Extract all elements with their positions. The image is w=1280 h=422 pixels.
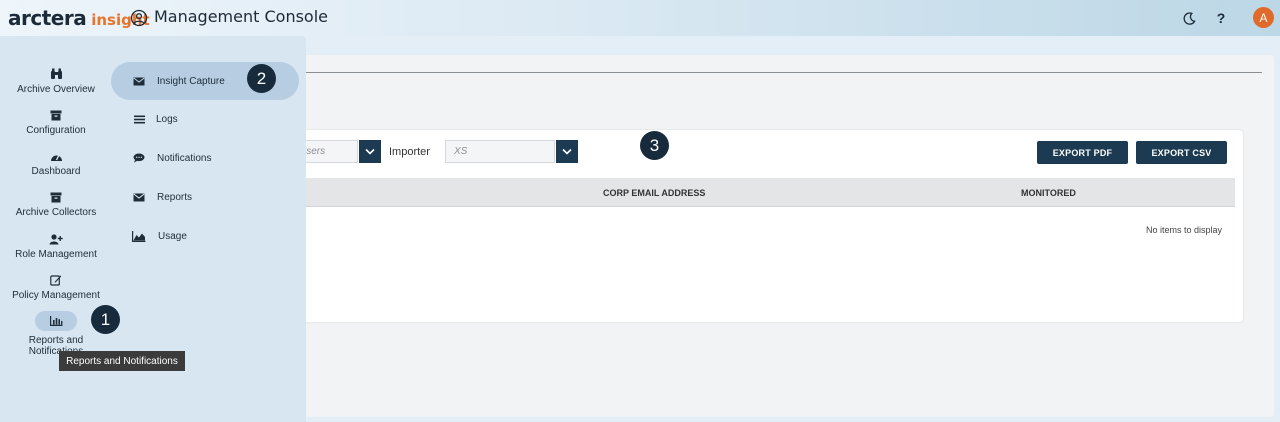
nav-label: Archive Collectors <box>15 207 97 218</box>
envelope-icon <box>132 191 146 203</box>
envelope-icon <box>132 75 146 87</box>
edit-icon <box>49 274 63 286</box>
nav-label: Dashboard <box>31 166 81 177</box>
submenu-label: Notifications <box>157 152 212 164</box>
nav-item-archive-overview[interactable]: Archive Overview <box>4 68 108 104</box>
nav-item-dashboard[interactable]: Dashboard <box>4 150 108 186</box>
submenu-item-reports[interactable]: Reports <box>111 178 299 216</box>
table-header <box>270 178 1235 207</box>
list-icon <box>132 113 146 125</box>
submenu-item-logs[interactable]: Logs <box>111 100 299 138</box>
user-circle-icon <box>130 9 148 27</box>
avatar[interactable]: A <box>1253 7 1274 28</box>
step-badge-3: 3 <box>640 131 669 160</box>
gauge-icon <box>49 150 63 162</box>
theme-toggle-button[interactable] <box>1179 8 1199 28</box>
help-button[interactable]: ? <box>1211 8 1231 28</box>
content-divider <box>280 72 1262 73</box>
submenu-label: Reports <box>157 191 193 203</box>
column-header-monitored[interactable]: MONITORED <box>1021 188 1076 198</box>
submenu-label: Logs <box>156 113 178 125</box>
user-plus-icon <box>49 233 63 245</box>
brand-logo[interactable]: arctera insight <box>8 6 150 30</box>
logo-main-text: arctera <box>8 6 87 30</box>
step-badge-2: 2 <box>247 64 276 93</box>
app-title: Management Console <box>154 7 328 26</box>
binoculars-icon <box>49 68 63 80</box>
moon-icon <box>1183 11 1196 25</box>
user-filter-dropdown-button[interactable] <box>359 140 381 163</box>
archive-box-icon <box>49 191 63 203</box>
export-pdf-button[interactable]: EXPORT PDF <box>1037 141 1128 164</box>
bar-chart-icon <box>35 311 77 331</box>
nav-item-role-management[interactable]: Role Management <box>4 233 108 269</box>
nav-tooltip: Reports and Notifications <box>59 351 185 371</box>
empty-table-message: No items to display <box>1146 225 1223 235</box>
chevron-down-icon <box>562 148 572 155</box>
nav-item-configuration[interactable]: Configuration <box>4 109 108 145</box>
submenu-item-notifications[interactable]: Notifications <box>111 139 299 177</box>
nav-item-policy-management[interactable]: Policy Management <box>4 274 108 310</box>
submenu-item-usage[interactable]: Usage <box>111 217 299 255</box>
nav-item-archive-collectors[interactable]: Archive Collectors <box>4 191 108 227</box>
chat-bubble-icon <box>132 152 146 164</box>
step-badge-1: 1 <box>91 305 120 334</box>
export-csv-button[interactable]: EXPORT CSV <box>1136 141 1227 164</box>
area-chart-icon <box>132 230 146 242</box>
importer-select[interactable]: XS <box>445 140 555 163</box>
submenu-label: Usage <box>158 230 187 242</box>
importer-dropdown-button[interactable] <box>556 140 578 163</box>
archive-box-icon <box>49 109 63 121</box>
column-header-corp-email[interactable]: CORP EMAIL ADDRESS <box>603 188 705 198</box>
submenu-label: Insight Capture <box>157 75 225 87</box>
nav-label: Archive Overview <box>17 84 95 95</box>
chevron-down-icon <box>365 148 375 155</box>
nav-label: Role Management <box>15 249 97 260</box>
importer-label: Importer <box>389 146 430 158</box>
nav-label: Policy Management <box>12 290 100 301</box>
nav-label: Configuration <box>26 125 86 136</box>
app-header: arctera insight Management Console ? A <box>0 0 1280 36</box>
